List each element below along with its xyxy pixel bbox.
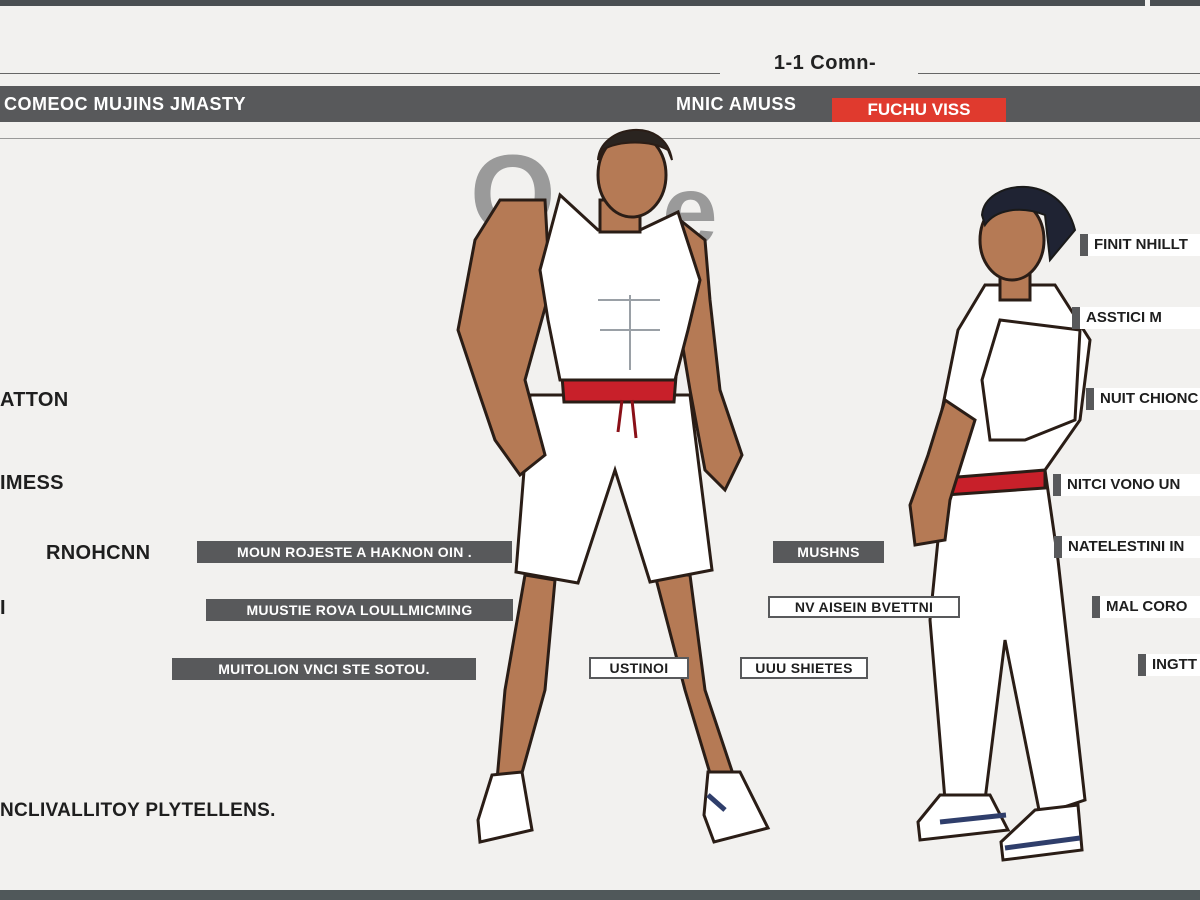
callout-right-2: ASSTICI M — [1072, 307, 1200, 329]
callout-right-7: INGTT — [1138, 654, 1200, 676]
bottom-rule — [0, 890, 1200, 900]
left-label-2: IMESS — [0, 472, 64, 494]
left-label-footer: NCLIVALLITOY PLYTELLENS. — [0, 800, 276, 821]
callout-left-2: MUUSTIE ROVA LOULLMICMING — [206, 599, 513, 621]
callout-mid-1: MUSHNS — [773, 541, 884, 563]
character-sheet-illustration: O e — [456, 128, 1092, 862]
callout-right-4: NITCI VONO UN — [1053, 474, 1200, 496]
callout-left-3: MUITOLION VNCI STE SOTOU. — [172, 658, 476, 680]
callout-right-3: NUIT CHIONC — [1086, 388, 1200, 410]
callout-mid-2: NV AISEIN BVETTNI — [768, 596, 960, 618]
left-label-1: ATTON — [0, 389, 69, 411]
left-label-4: I — [0, 597, 6, 619]
callout-mid-3: USTINOI — [589, 657, 689, 679]
callout-right-1: FINIT NHILLT — [1080, 234, 1200, 256]
callout-right-6: MAL CORO — [1092, 596, 1200, 618]
callout-left-1: MOUN ROJESTE A HAKNON OIN . — [197, 541, 512, 563]
left-label-3: RNOHCNN — [46, 542, 151, 564]
callout-mid-4: UUU SHIETES — [740, 657, 868, 679]
side-figure — [908, 185, 1092, 862]
callout-right-5: NATELESTINI IN — [1054, 536, 1200, 558]
front-figure — [456, 128, 771, 844]
